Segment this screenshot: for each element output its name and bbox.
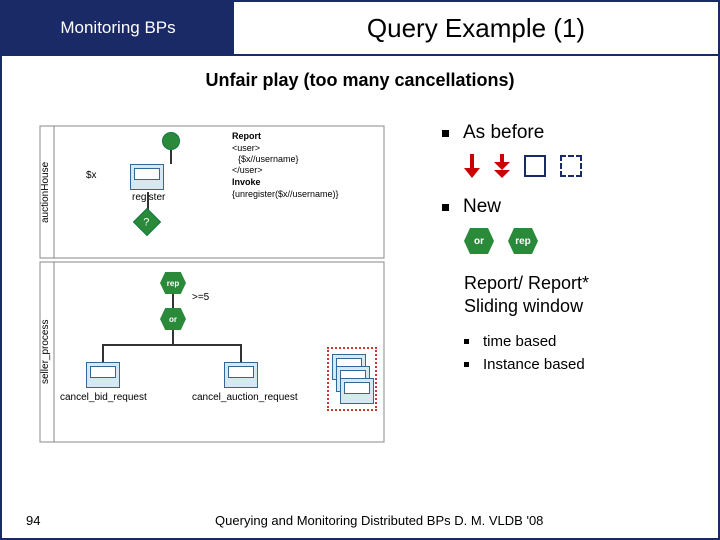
cancel-auction-msg-icon xyxy=(224,362,258,388)
sub-bullet-time: time based xyxy=(464,333,712,350)
start-node-icon xyxy=(162,132,180,150)
invoke-heading: Invoke xyxy=(232,178,261,188)
time-based-label: time based xyxy=(483,333,556,350)
bullet-square-icon xyxy=(464,339,469,344)
as-before-label: As before xyxy=(463,122,544,144)
sliding-window-box-icon xyxy=(327,347,377,411)
decision-node-icon: ? xyxy=(133,208,161,236)
bullet-square-icon xyxy=(442,130,449,137)
new-label: New xyxy=(463,196,501,218)
report-line1: Report/ Report* xyxy=(464,272,712,295)
page-number: 94 xyxy=(26,513,40,528)
report-l3: </user> xyxy=(232,166,263,176)
subtitle: Unfair play (too many cancellations) xyxy=(2,70,718,91)
connector xyxy=(240,344,242,362)
register-msg-icon xyxy=(130,164,164,190)
footer-text: Querying and Monitoring Distributed BPs … xyxy=(40,513,718,528)
cancel-auction-label: cancel_auction_request xyxy=(192,392,298,404)
lane2-label: seller_process xyxy=(40,266,51,438)
header: Monitoring BPs Query Example (1) xyxy=(2,2,718,56)
report-heading: Report xyxy=(232,132,261,142)
connector xyxy=(172,294,174,308)
footer: 94 Querying and Monitoring Distributed B… xyxy=(2,513,718,528)
slide-title: Query Example (1) xyxy=(234,2,718,54)
report-l1: <user> xyxy=(232,144,260,154)
bullet-square-icon xyxy=(464,362,469,367)
rep-hex-icon: rep xyxy=(508,228,538,254)
var-x-label: $x xyxy=(86,170,97,182)
bullet-new: New xyxy=(442,196,712,218)
arrow-down-icon xyxy=(464,154,480,178)
threshold-label: >=5 xyxy=(192,292,209,304)
or-node-icon: or xyxy=(160,308,186,330)
report-line2: Sliding window xyxy=(464,295,712,318)
invoke-l1: {unregister($x//username)} xyxy=(232,190,339,200)
or-hex-icon: or xyxy=(464,228,494,254)
right-column: As before New or rep Report/ Report* Sli… xyxy=(442,122,712,379)
report-block: Report/ Report* Sliding window xyxy=(464,272,712,319)
lane1-label: auctionHouse xyxy=(40,130,51,254)
rep-node-icon: rep xyxy=(160,272,186,294)
connector xyxy=(102,344,104,362)
new-icons: or rep xyxy=(464,228,712,254)
square-outline-icon xyxy=(524,155,546,177)
header-left: Monitoring BPs xyxy=(2,2,234,54)
double-arrow-down-icon xyxy=(494,154,510,178)
cancel-bid-msg-icon xyxy=(86,362,120,388)
as-before-icons xyxy=(464,154,712,178)
sub-bullet-instance: Instance based xyxy=(464,356,712,373)
dashed-square-icon xyxy=(560,155,582,177)
diagram-overlay: auctionHouse seller_process $x register … xyxy=(32,122,392,452)
slide: Monitoring BPs Query Example (1) Unfair … xyxy=(0,0,720,540)
instance-based-label: Instance based xyxy=(483,356,585,373)
report-l2: {$x//username} xyxy=(238,155,299,165)
content: auctionHouse seller_process $x register … xyxy=(32,122,688,508)
connector xyxy=(172,330,174,344)
sub-bullets: time based Instance based xyxy=(464,333,712,373)
cancel-bid-label: cancel_bid_request xyxy=(60,392,147,404)
connector xyxy=(170,150,172,164)
bullet-square-icon xyxy=(442,204,449,211)
connector xyxy=(102,344,242,346)
bullet-as-before: As before xyxy=(442,122,712,144)
